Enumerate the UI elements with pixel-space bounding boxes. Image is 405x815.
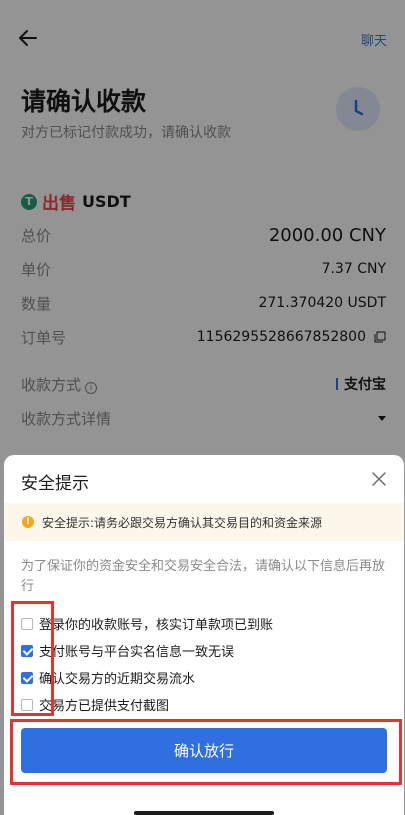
checklist-item[interactable]: 登录你的收款账号，核实订单款项已到账 — [21, 614, 273, 633]
warning-icon: ! — [22, 516, 34, 528]
sheet-title: 安全提示 — [21, 474, 89, 494]
close-icon[interactable] — [372, 471, 386, 486]
confirm-highlight-box — [10, 719, 402, 785]
notice-text: 为了保证你的资金安全和交易安全合法，请确认以下信息后再放行 — [21, 559, 386, 594]
checkbox-highlight-box — [11, 601, 54, 716]
checklist-label: 支付账号与平台实名信息一致无误 — [39, 645, 235, 660]
checklist-label: 登录你的收款账号，核实订单款项已到账 — [39, 618, 274, 633]
checklist-label: 确认交易方的近期交易流水 — [39, 672, 196, 687]
warning-banner: ! 安全提示:请务必跟交易方确认其交易目的和资金来源 — [4, 503, 404, 541]
checklist-label: 交易方已提供支付截图 — [39, 699, 170, 714]
warning-text: 安全提示:请务必跟交易方确认其交易目的和资金来源 — [42, 515, 323, 530]
home-indicator — [134, 811, 274, 815]
